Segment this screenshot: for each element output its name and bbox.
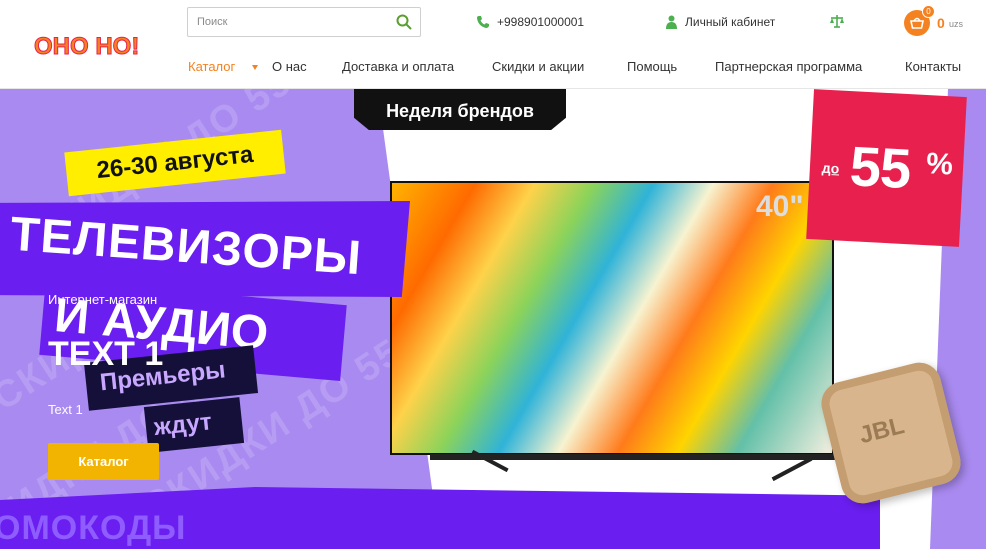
- chevron-down-icon[interactable]: [252, 65, 258, 70]
- speaker-brand: JBL: [856, 412, 908, 450]
- premieres-line-2: ждут: [152, 408, 214, 442]
- discount-value: 55: [848, 134, 912, 201]
- nav-partner[interactable]: Партнерская программа: [715, 59, 862, 75]
- cart-currency: uzs: [949, 19, 964, 29]
- user-icon: [666, 15, 677, 29]
- search-input[interactable]: [188, 8, 388, 36]
- svg-text:ОНО НО!: ОНО НО!: [34, 33, 139, 60]
- slide-caption-small: Интернет-магазин: [48, 292, 158, 307]
- tv-size-label: 40": [756, 190, 804, 223]
- search-icon[interactable]: [396, 14, 412, 30]
- header-phone[interactable]: +998901000001: [476, 14, 584, 30]
- promo-codes-strip: ОМОКОДЫ: [0, 487, 880, 549]
- slide-title: TEXT 1: [48, 335, 164, 373]
- discount-badge: до 55 %: [806, 89, 967, 247]
- account-label[interactable]: Личный кабинет: [685, 15, 775, 29]
- cart-total[interactable]: 0: [937, 15, 945, 31]
- hero-banner[interactable]: СКИДКИ ДО 55% СКИДКИ ДО 55% СКИДКИ ДО 55…: [0, 89, 986, 549]
- discount-prefix: до: [821, 159, 840, 177]
- slide-text: Text 1: [48, 402, 83, 417]
- account-link[interactable]: Личный кабинет: [666, 14, 775, 30]
- nav-contacts[interactable]: Контакты: [905, 59, 961, 75]
- nav-help[interactable]: Помощь: [627, 59, 677, 75]
- promo-codes-text: ОМОКОДЫ: [0, 509, 187, 547]
- catalog-cta-button[interactable]: Каталог: [48, 443, 159, 480]
- site-logo[interactable]: ОНО НО!: [32, 28, 150, 62]
- phone-number[interactable]: +998901000001: [497, 15, 584, 29]
- nav-about[interactable]: О нас: [272, 59, 307, 75]
- headline-line-1: ТЕЛЕВИЗОРЫ: [8, 207, 364, 286]
- nav-discounts[interactable]: Скидки и акции: [492, 59, 584, 75]
- discount-unit: %: [925, 147, 954, 182]
- nav-delivery[interactable]: Доставка и оплата: [342, 59, 454, 75]
- site-header: ОНО НО! +998901000001 Личный кабинет: [0, 0, 986, 89]
- search-box: [187, 7, 421, 37]
- cart-count-badge: 0: [922, 5, 935, 18]
- brand-week-label: Неделя брендов: [354, 89, 566, 130]
- nav-catalog[interactable]: Каталог: [188, 59, 235, 75]
- compare-scales-icon[interactable]: [829, 13, 845, 29]
- phone-icon: [477, 16, 489, 28]
